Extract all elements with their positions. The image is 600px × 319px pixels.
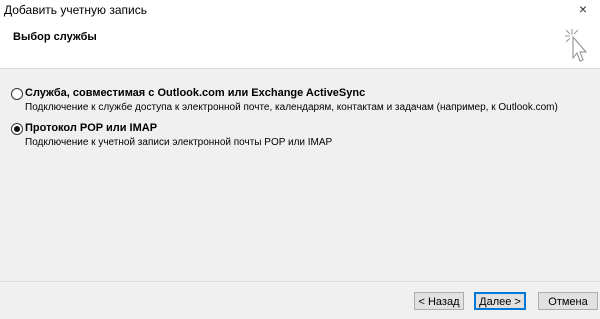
wizard-header: Выбор службы — [0, 20, 600, 69]
button-bar: < Назад Далее > Отмена — [0, 281, 600, 319]
wizard-wand-icon — [565, 29, 588, 62]
options-panel: Служба, совместимая с Outlook.com или Ex… — [0, 69, 600, 281]
option-description: Подключение к службе доступа к электронн… — [25, 102, 558, 113]
back-button[interactable]: < Назад — [414, 292, 464, 310]
radio-pop-imap[interactable] — [11, 123, 23, 135]
next-button[interactable]: Далее > — [474, 292, 526, 310]
page-title: Выбор службы — [13, 31, 97, 43]
option-label[interactable]: Служба, совместимая с Outlook.com или Ex… — [25, 87, 365, 99]
option-label[interactable]: Протокол POP или IMAP — [25, 122, 157, 134]
radio-exchange-activesync[interactable] — [11, 88, 23, 100]
option-description: Подключение к учетной записи электронной… — [25, 137, 333, 148]
window-title: Добавить учетную запись — [4, 3, 147, 17]
cancel-button[interactable]: Отмена — [538, 292, 598, 310]
close-button[interactable]: × — [575, 1, 591, 17]
